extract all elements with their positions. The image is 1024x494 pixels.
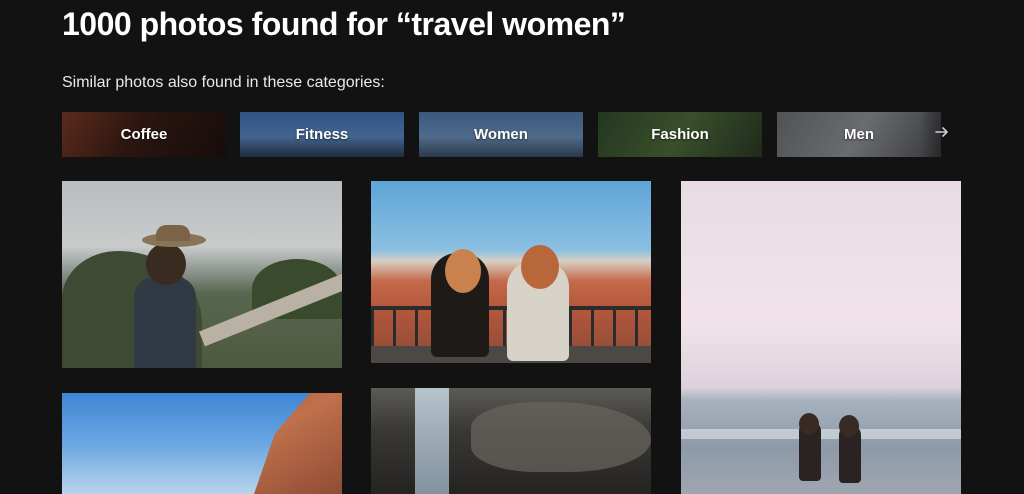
photo-detail xyxy=(415,388,449,494)
category-men[interactable]: Men xyxy=(777,112,941,157)
search-results-page: 1000 photos found for “travel women” Sim… xyxy=(0,0,1024,494)
category-label: Coffee xyxy=(120,126,168,143)
photo-detail xyxy=(839,415,859,437)
carousel-next-button[interactable] xyxy=(930,120,954,144)
photo-two-women-balcony[interactable] xyxy=(371,181,651,363)
photo-woman-hat-hillside[interactable] xyxy=(62,181,342,368)
category-label: Fitness xyxy=(295,126,349,143)
photo-detail xyxy=(146,243,186,285)
photo-detail xyxy=(521,245,559,289)
photo-waterfall[interactable] xyxy=(371,388,651,494)
category-fashion[interactable]: Fashion xyxy=(598,112,762,157)
category-fitness[interactable]: Fitness xyxy=(240,112,404,157)
photo-detail xyxy=(681,429,961,439)
arrow-right-icon xyxy=(935,127,948,137)
page-title: 1000 photos found for “travel women” xyxy=(62,6,626,42)
category-label: Men xyxy=(844,126,874,143)
photo-detail xyxy=(799,413,819,435)
category-coffee[interactable]: Coffee xyxy=(62,112,226,157)
photo-detail xyxy=(445,249,481,293)
photo-detail xyxy=(134,277,196,368)
photo-detail xyxy=(254,393,342,494)
category-label: Women xyxy=(474,126,528,143)
photo-detail xyxy=(471,402,651,472)
category-women[interactable]: Women xyxy=(419,112,583,157)
categories-subtitle: Similar photos also found in these categ… xyxy=(62,74,385,91)
photo-women-beach[interactable] xyxy=(681,181,961,494)
photo-detail xyxy=(156,225,190,241)
photo-red-cliff[interactable] xyxy=(62,393,342,494)
category-label: Fashion xyxy=(651,126,709,143)
